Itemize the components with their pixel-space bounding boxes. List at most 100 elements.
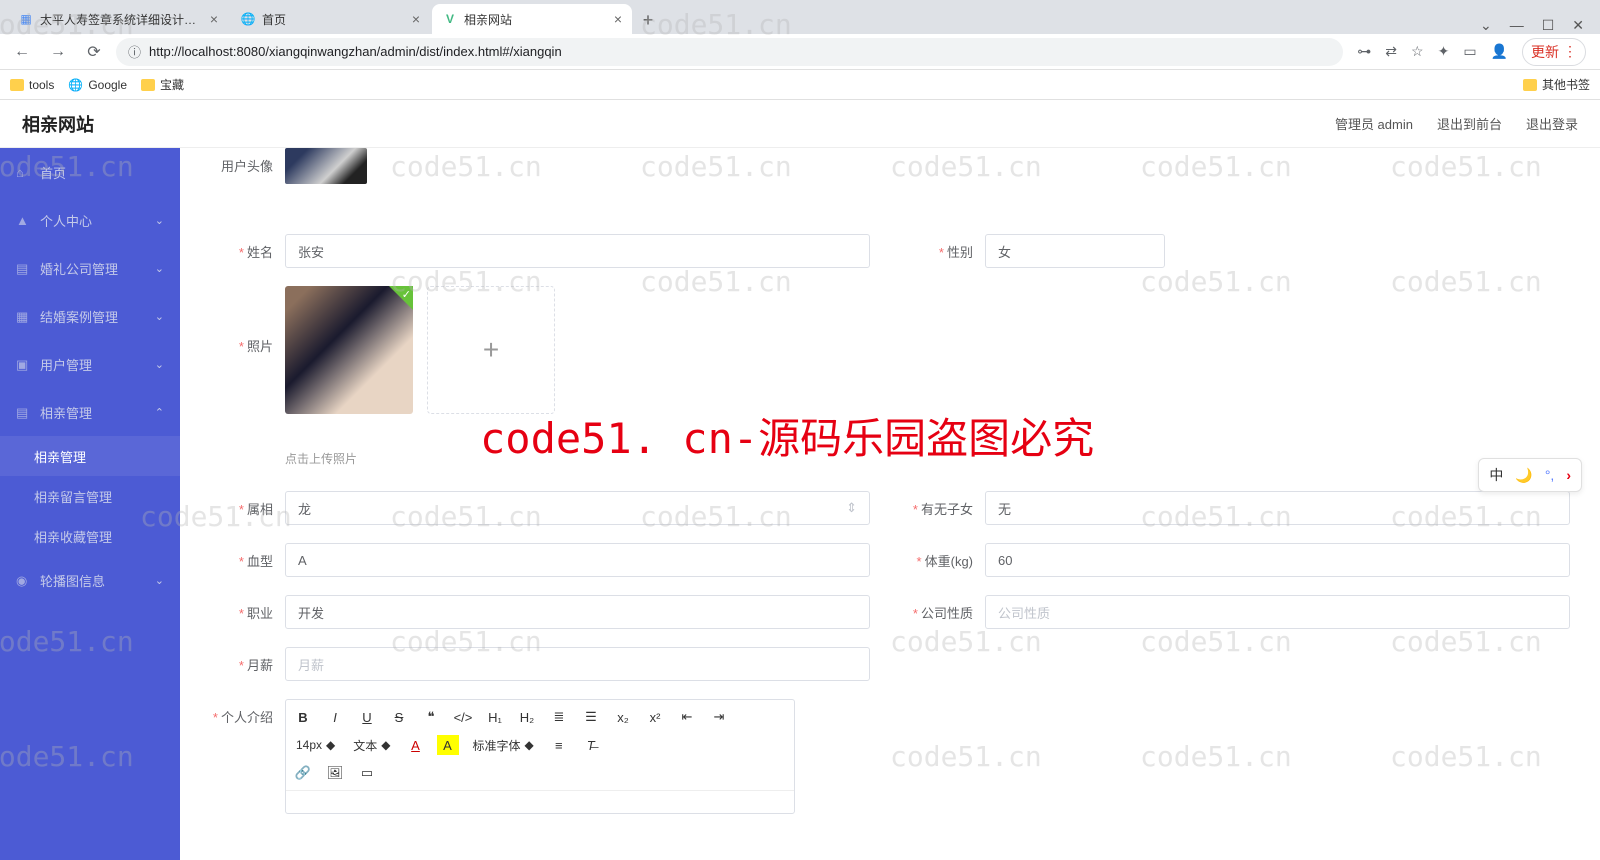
salary-input[interactable]: 月薪 [285, 647, 870, 681]
ime-cn-button[interactable]: 中 [1489, 465, 1503, 485]
sidebar-sub-xiangqin-mgmt[interactable]: 相亲管理 [0, 436, 180, 476]
watermark-red: code51. cn-源码乐园盗图必究 [480, 405, 1094, 466]
weight-input[interactable]: 60 [985, 543, 1570, 577]
name-input[interactable]: 张安 [285, 234, 870, 268]
h2-icon[interactable]: H₂ [516, 707, 538, 727]
browser-tab-0[interactable]: ▦ 太平人寿签章系统详细设计文档 × [8, 4, 228, 34]
browser-tab-1[interactable]: 🌐 首页 × [230, 4, 430, 34]
clear-format-icon[interactable]: T̶ [580, 735, 602, 755]
tab-title: 相亲网站 [464, 11, 608, 28]
font-family-select[interactable]: 标准字体 ◆ [469, 737, 538, 754]
h1-icon[interactable]: H₁ [484, 707, 506, 727]
bookmark-tools[interactable]: tools [10, 78, 54, 92]
gender-label: *性别 [910, 234, 985, 261]
sidebar-sub-xiangqin-fav[interactable]: 相亲收藏管理 [0, 516, 180, 556]
site-info-icon[interactable]: ⓘ [128, 42, 141, 61]
window-close-icon[interactable]: ✕ [1572, 17, 1584, 34]
window-controls: ⌄ — ☐ ✕ [1480, 17, 1592, 34]
folder-icon [10, 79, 24, 91]
job-input[interactable]: 开发 [285, 595, 870, 629]
image-icon[interactable]: 🖼 [324, 763, 346, 783]
chevron-right-icon[interactable]: › [1566, 467, 1571, 483]
company-input[interactable]: 公司性质 [985, 595, 1570, 629]
bookmark-other[interactable]: 其他书签 [1523, 76, 1590, 93]
chevron-down-icon: ⌄ [155, 358, 164, 371]
bookmark-bar: tools 🌐Google 宝藏 其他书签 [0, 70, 1600, 100]
code-icon[interactable]: </> [452, 707, 474, 727]
outdent-icon[interactable]: ⇥ [708, 707, 730, 727]
logout-button[interactable]: 退出登录 [1526, 114, 1578, 133]
moon-icon[interactable]: 🌙 [1515, 467, 1532, 484]
url-input[interactable]: ⓘ http://localhost:8080/xiangqinwangzhan… [116, 38, 1343, 66]
photo-thumbnail[interactable] [285, 286, 413, 414]
font-color-icon[interactable]: A [405, 735, 427, 755]
superscript-icon[interactable]: x² [644, 707, 666, 727]
sidebar-item-carousel[interactable]: ◉轮播图信息 ⌄ [0, 556, 180, 604]
blood-select[interactable]: A [285, 543, 870, 577]
quote-icon[interactable]: ❝ [420, 707, 442, 727]
extensions-icon[interactable]: ✦ [1438, 43, 1450, 60]
reload-button[interactable]: ⟳ [80, 38, 108, 66]
window-maximize-icon[interactable]: ☐ [1542, 17, 1555, 34]
video-icon[interactable]: ▭ [356, 763, 378, 783]
zodiac-label: *属相 [210, 491, 285, 518]
avatar-thumbnail[interactable] [285, 148, 367, 184]
user-icon: ▲ [16, 213, 30, 227]
sidebar: ⌂ 首页 ▲个人中心 ⌄ ▤婚礼公司管理 ⌄ ▦结婚案例管理 ⌄ ▣用户管理 ⌄… [0, 148, 180, 860]
align-icon[interactable]: ≡ [548, 735, 570, 755]
font-size-select[interactable]: 14px ◆ [292, 738, 339, 752]
sidebar-item-personal[interactable]: ▲个人中心 ⌄ [0, 196, 180, 244]
translate-icon[interactable]: ⇄ [1385, 43, 1397, 60]
tab-close-icon[interactable]: × [210, 11, 218, 27]
carousel-icon: ◉ [16, 573, 30, 587]
case-icon: ▦ [16, 309, 30, 323]
window-minimize-icon[interactable]: — [1510, 17, 1524, 34]
unordered-list-icon[interactable]: ☰ [580, 707, 602, 727]
tab-close-icon[interactable]: × [614, 11, 622, 27]
bookmark-google[interactable]: 🌐Google [68, 78, 127, 92]
blood-label: *血型 [210, 543, 285, 570]
link-icon[interactable]: 🔗 [292, 763, 314, 783]
back-button[interactable]: ← [8, 38, 36, 66]
photo-add-button[interactable]: + [427, 286, 555, 414]
new-tab-button[interactable]: + [634, 6, 662, 34]
editor-content[interactable] [286, 791, 794, 813]
bookmark-star-icon[interactable]: ☆ [1411, 43, 1424, 60]
favicon-icon: V [442, 11, 458, 27]
sidebar-sub-xiangqin-msg[interactable]: 相亲留言管理 [0, 476, 180, 516]
zodiac-select[interactable]: 龙⇕ [285, 491, 870, 525]
sidebar-item-home[interactable]: ⌂ 首页 [0, 148, 180, 196]
window-dropdown-icon[interactable]: ⌄ [1480, 17, 1492, 34]
ordered-list-icon[interactable]: ≣ [548, 707, 570, 727]
admin-label[interactable]: 管理员 admin [1335, 114, 1413, 133]
bold-icon[interactable]: B [292, 707, 314, 727]
intro-label: *个人介绍 [210, 699, 285, 726]
sidebar-item-wedding-company[interactable]: ▤婚礼公司管理 ⌄ [0, 244, 180, 292]
favicon-icon: 🌐 [240, 11, 256, 27]
bookmark-treasure[interactable]: 宝藏 [141, 76, 184, 93]
bg-color-icon[interactable]: A [437, 735, 459, 755]
browser-tab-2-active[interactable]: V 相亲网站 × [432, 4, 632, 34]
subscript-icon[interactable]: x₂ [612, 707, 634, 727]
underline-icon[interactable]: U [356, 707, 378, 727]
password-icon[interactable]: ⊶ [1357, 43, 1371, 60]
weight-label: *体重(kg) [910, 543, 985, 570]
reading-list-icon[interactable]: ▭ [1463, 43, 1476, 60]
profile-icon[interactable]: 👤 [1491, 43, 1508, 60]
ime-floating-toolbar[interactable]: 中 🌙 °, › [1478, 458, 1582, 492]
symbol-icon[interactable]: °, [1545, 467, 1555, 483]
sidebar-item-wedding-case[interactable]: ▦结婚案例管理 ⌄ [0, 292, 180, 340]
italic-icon[interactable]: I [324, 707, 346, 727]
font-type-select[interactable]: 文本 ◆ [349, 737, 394, 754]
update-button[interactable]: 更新⋮ [1522, 38, 1586, 66]
forward-button[interactable]: → [44, 38, 72, 66]
sidebar-item-user-mgmt[interactable]: ▣用户管理 ⌄ [0, 340, 180, 388]
strike-icon[interactable]: S [388, 707, 410, 727]
indent-icon[interactable]: ⇤ [676, 707, 698, 727]
tab-close-icon[interactable]: × [412, 11, 420, 27]
exit-to-front-button[interactable]: 退出到前台 [1437, 114, 1502, 133]
sidebar-item-xiangqin[interactable]: ▤相亲管理 ⌃ [0, 388, 180, 436]
rich-text-editor: B I U S ❝ </> H₁ H₂ ≣ ☰ [285, 699, 795, 814]
children-select[interactable]: 无 [985, 491, 1570, 525]
gender-select[interactable]: 女 [985, 234, 1165, 268]
